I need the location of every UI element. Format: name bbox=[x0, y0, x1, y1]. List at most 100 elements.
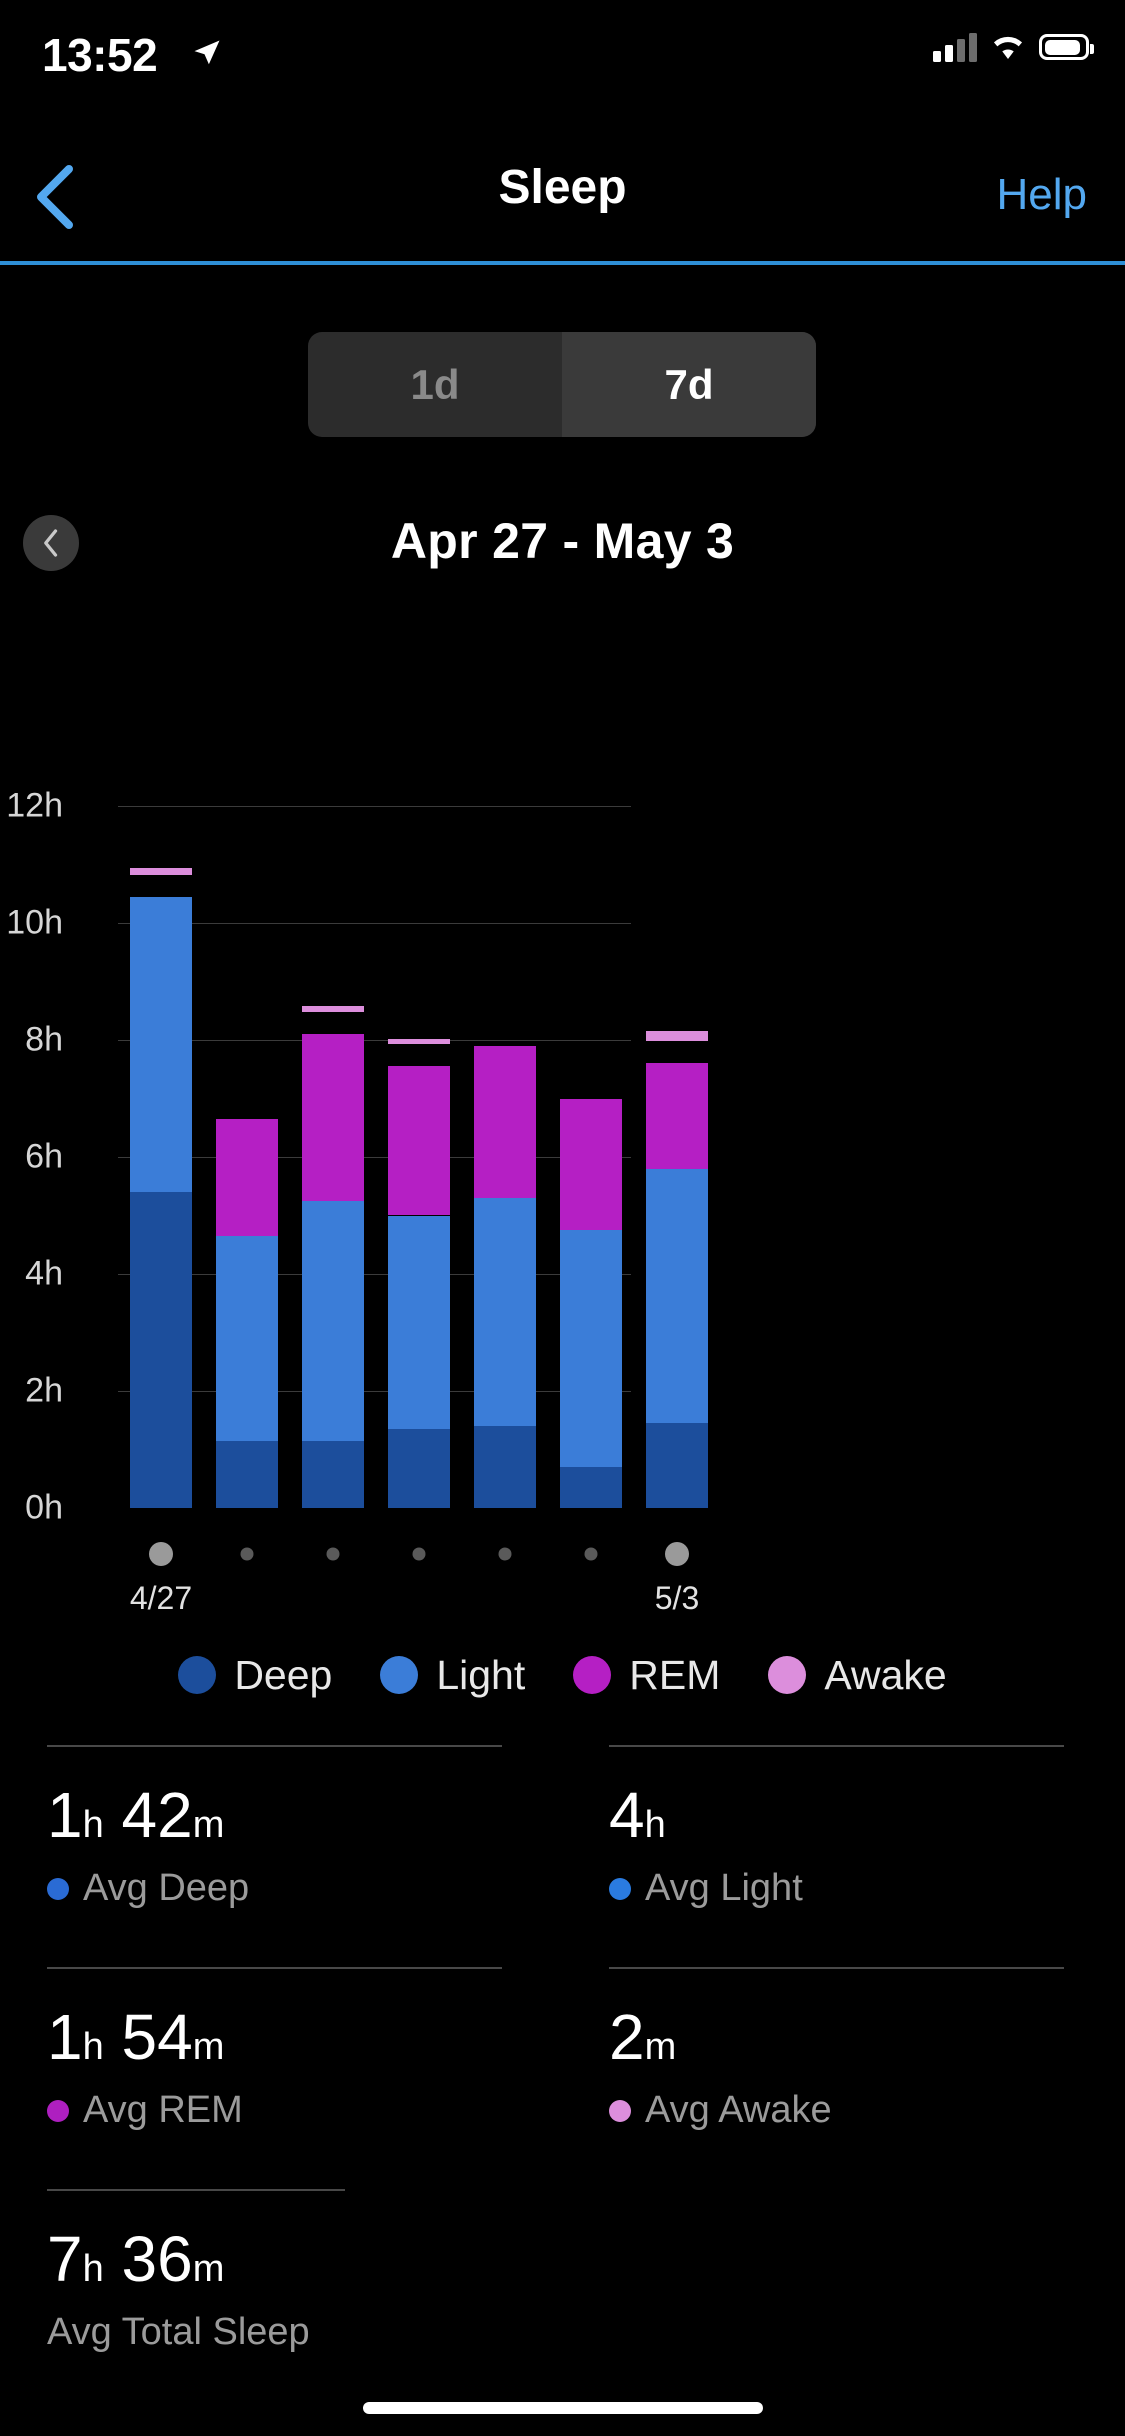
bar-segment-light bbox=[388, 1215, 450, 1430]
stat-avg-awake: 2m Avg Awake bbox=[562, 1967, 1124, 2189]
stat-label: Avg Awake bbox=[645, 2089, 832, 2131]
chart-bar[interactable] bbox=[216, 780, 278, 1508]
nav-separator bbox=[0, 261, 1125, 265]
x-axis-tick: 4/27 bbox=[129, 1580, 193, 1616]
stat-minutes: 54 bbox=[121, 2001, 193, 2073]
stat-hours-unit: h bbox=[82, 2248, 104, 2290]
x-axis-dot[interactable] bbox=[326, 1547, 340, 1561]
chart-legend: Deep Light REM Awake bbox=[0, 1640, 1125, 1710]
page-title: Sleep bbox=[498, 161, 627, 214]
bar-segment-light bbox=[302, 1200, 364, 1441]
status-time: 13:52 bbox=[42, 29, 158, 81]
bar-segment-awake bbox=[302, 1006, 364, 1013]
stat-hours-unit: h bbox=[82, 2026, 104, 2068]
bar-segment-light bbox=[130, 896, 192, 1193]
chart-bars[interactable] bbox=[0, 780, 1125, 1590]
chart-bar[interactable] bbox=[388, 780, 450, 1508]
range-option-1d[interactable]: 1d bbox=[308, 332, 562, 437]
stat-hours: 1 bbox=[47, 1779, 83, 1851]
bar-segment-deep bbox=[646, 1423, 708, 1508]
x-axis-dot[interactable] bbox=[584, 1547, 598, 1561]
range-segmented-control[interactable]: 1d 7d bbox=[308, 332, 816, 437]
legend-label: Awake bbox=[824, 1651, 947, 1698]
stat-minutes: 2 bbox=[609, 2001, 645, 2073]
bar-segment-rem bbox=[560, 1098, 622, 1231]
legend-label: Deep bbox=[234, 1651, 333, 1698]
chart-bar[interactable] bbox=[560, 780, 622, 1508]
stat-hours-unit: h bbox=[644, 1804, 666, 1846]
bar-segment-awake bbox=[388, 1039, 450, 1045]
legend-item-light: Light bbox=[380, 1652, 573, 1699]
bar-segment-deep bbox=[302, 1440, 364, 1508]
date-nav: Apr 27 - May 3 bbox=[0, 508, 1125, 596]
bar-segment-light bbox=[560, 1230, 622, 1468]
stat-color-dot bbox=[47, 1877, 69, 1900]
stat-color-dot bbox=[609, 2099, 631, 2122]
stat-minutes-unit: m bbox=[644, 2026, 677, 2068]
stats-row: 7h 36m Avg Total Sleep bbox=[0, 2189, 1125, 2411]
stat-color-dot bbox=[609, 1877, 631, 1900]
home-indicator bbox=[362, 2402, 763, 2414]
stat-hours: 4 bbox=[609, 1779, 645, 1851]
x-axis-dot[interactable] bbox=[149, 1542, 173, 1566]
stat-value: 2m bbox=[609, 2005, 1124, 2069]
x-axis-dot[interactable] bbox=[665, 1542, 689, 1566]
bar-segment-deep bbox=[388, 1429, 450, 1508]
stat-avg-rem: 1h 54m Avg REM bbox=[0, 1967, 562, 2189]
legend-item-rem: REM bbox=[573, 1652, 768, 1699]
stat-avg-light: 4h Avg Light bbox=[562, 1745, 1124, 1967]
stat-value: 7h 36m bbox=[47, 2227, 1125, 2291]
stat-label-row: Avg Awake bbox=[609, 2089, 1124, 2132]
x-axis-dot[interactable] bbox=[240, 1547, 254, 1561]
sleep-stages-chart[interactable]: 0h 2h 4h 6h 8h 10h 12h 4/27 5/3 bbox=[0, 780, 1125, 1616]
stat-hours: 1 bbox=[47, 2001, 83, 2073]
stat-label-row: Avg Light bbox=[609, 1867, 1124, 1910]
legend-item-awake: Awake bbox=[768, 1651, 947, 1699]
legend-label: REM bbox=[629, 1651, 721, 1698]
stat-value: 1h 42m bbox=[47, 1783, 562, 1847]
status-bar: 13:52 bbox=[0, 0, 1125, 132]
x-axis-dot[interactable] bbox=[412, 1547, 426, 1561]
bar-segment-rem bbox=[388, 1066, 450, 1216]
stats-row: 1h 54m Avg REM 2m Avg Awake bbox=[0, 1967, 1125, 2189]
bar-segment-awake bbox=[646, 1030, 708, 1042]
legend-item-deep: Deep bbox=[178, 1652, 380, 1699]
legend-label: Light bbox=[436, 1651, 526, 1698]
chart-bar[interactable] bbox=[302, 780, 364, 1508]
stat-label: Avg Total Sleep bbox=[47, 2311, 310, 2353]
status-icons bbox=[933, 32, 1094, 62]
bar-segment-rem bbox=[646, 1063, 708, 1169]
range-option-7d[interactable]: 7d bbox=[562, 332, 816, 437]
bar-segment-rem bbox=[474, 1045, 536, 1198]
stat-value: 1h 54m bbox=[47, 2005, 562, 2069]
x-axis-tick: 5/3 bbox=[654, 1580, 700, 1616]
bar-segment-rem bbox=[216, 1118, 278, 1236]
bar-segment-deep bbox=[130, 1192, 192, 1508]
chart-bar[interactable] bbox=[474, 780, 536, 1508]
stat-value: 4h bbox=[609, 1783, 1124, 1847]
bar-segment-deep bbox=[560, 1467, 622, 1508]
bar-segment-deep bbox=[474, 1426, 536, 1508]
divider bbox=[609, 1745, 1064, 1747]
stat-minutes: 36 bbox=[121, 2223, 193, 2295]
legend-color-dot bbox=[768, 1656, 807, 1694]
help-button[interactable]: Help bbox=[997, 170, 1088, 220]
divider bbox=[609, 1967, 1064, 1969]
stat-avg-total-sleep: 7h 36m Avg Total Sleep bbox=[0, 2189, 1125, 2411]
x-axis-dot[interactable] bbox=[498, 1547, 512, 1561]
bar-segment-awake bbox=[130, 867, 192, 875]
location-arrow-icon bbox=[194, 40, 220, 65]
cellular-signal-icon bbox=[933, 32, 977, 62]
stat-label-row: Avg REM bbox=[47, 2089, 562, 2132]
chart-bar[interactable] bbox=[646, 780, 708, 1508]
chart-bar[interactable] bbox=[130, 780, 192, 1508]
legend-color-dot bbox=[380, 1656, 419, 1694]
stat-label: Avg Deep bbox=[83, 1867, 250, 1909]
divider bbox=[47, 2189, 345, 2191]
stat-minutes-unit: m bbox=[192, 2026, 225, 2068]
bar-segment-light bbox=[474, 1197, 536, 1427]
stat-hours-unit: h bbox=[82, 1804, 104, 1846]
wifi-icon bbox=[993, 36, 1023, 59]
stat-label-row: Avg Deep bbox=[47, 1867, 562, 1910]
date-range-label: Apr 27 - May 3 bbox=[390, 513, 735, 569]
